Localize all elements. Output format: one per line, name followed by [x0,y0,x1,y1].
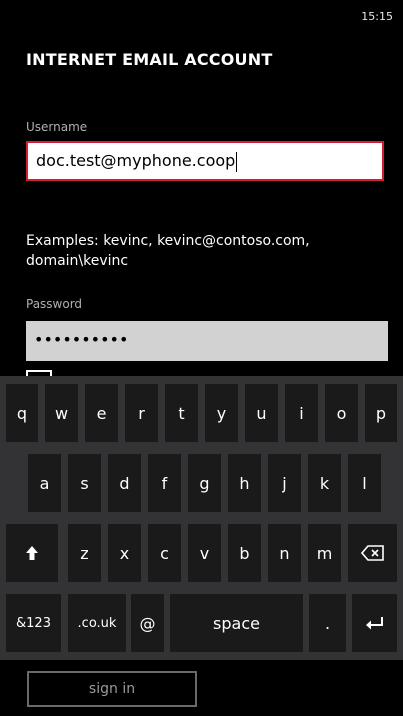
key-s[interactable]: s [68,454,101,512]
key-y[interactable]: y [205,384,238,442]
key-w[interactable]: w [45,384,78,442]
key-x[interactable]: x [108,524,141,582]
key-r[interactable]: r [125,384,158,442]
key-p[interactable]: p [365,384,397,442]
backspace-icon [360,545,385,561]
text-caret [236,151,238,172]
key-f[interactable]: f [148,454,181,512]
sign-in-button[interactable]: sign in [27,671,197,707]
enter-icon [365,615,385,631]
status-time: 15:15 [361,10,393,23]
username-examples-hint: Examples: kevinc, kevinc@contoso.com, do… [26,233,310,269]
key-g[interactable]: g [188,454,221,512]
key-b[interactable]: b [228,524,261,582]
key-l[interactable]: l [348,454,381,512]
username-label: Username [26,120,88,134]
key-v[interactable]: v [188,524,221,582]
backspace-key[interactable] [348,524,397,582]
password-input[interactable]: •••••••••• [26,321,388,361]
key-j[interactable]: j [268,454,301,512]
shift-key[interactable] [6,524,58,582]
key-u[interactable]: u [245,384,278,442]
key-q[interactable]: q [6,384,38,442]
key-t[interactable]: t [165,384,198,442]
key-z[interactable]: z [68,524,101,582]
username-value: doc.test@myphone.coop [36,151,236,170]
page-title: INTERNET EMAIL ACCOUNT [26,50,273,69]
username-input[interactable]: doc.test@myphone.coop [26,141,384,181]
key-i[interactable]: i [285,384,318,442]
key-e[interactable]: e [85,384,118,442]
key-o[interactable]: o [325,384,358,442]
period-key[interactable]: . [309,594,346,652]
symbols-key[interactable]: &123 [6,594,61,652]
key-c[interactable]: c [148,524,181,582]
enter-key[interactable] [352,594,397,652]
key-n[interactable]: n [268,524,301,582]
password-masked-value: •••••••••• [34,330,129,349]
space-key[interactable]: space [170,594,303,652]
password-label: Password [26,297,83,311]
key-h[interactable]: h [228,454,261,512]
at-key[interactable]: @ [131,594,164,652]
key-m[interactable]: m [308,524,341,582]
domain-key[interactable]: .co.uk [68,594,126,652]
key-k[interactable]: k [308,454,341,512]
key-a[interactable]: a [28,454,61,512]
key-d[interactable]: d [108,454,141,512]
shift-arrow-icon [25,545,39,561]
